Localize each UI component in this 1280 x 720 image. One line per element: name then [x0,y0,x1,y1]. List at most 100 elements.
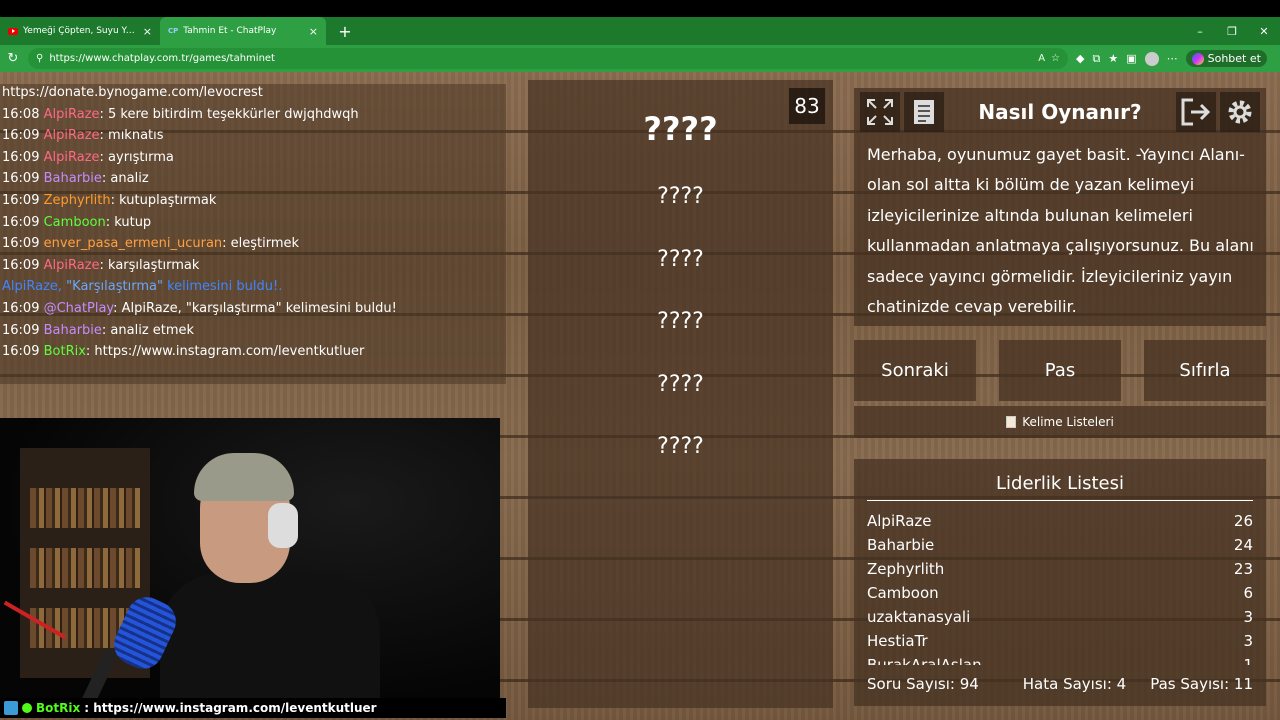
chat-username: Baharbie [43,171,102,187]
tab-chatplay[interactable]: CP Tahmin Et - ChatPlay × [160,17,326,45]
word-lists-button[interactable]: Kelime Listeleri [854,406,1266,438]
chat-message: 16:09 Zephyrlith: kutuplaştırmak [2,190,506,212]
new-tab-button[interactable]: + [334,22,356,41]
player-name: HestiaTr [867,632,928,650]
tab-youtube[interactable]: Yemeği Çöpten, Suyu Yağmurdan, × [0,17,160,45]
player-score: 3 [1243,632,1253,650]
refresh-icon[interactable]: ↻ [6,51,20,66]
platform-icon [4,701,18,715]
leaderboard-row: uzaktanasyali 3 [867,605,1253,629]
chat-time: 16:09 [2,257,40,273]
leaderboard-row: Baharbie 24 [867,533,1253,557]
chat-text: : ayrıştırma [99,149,174,165]
chat-text: https://donate.bynogame.com/levocrest [2,85,263,100]
pass-button[interactable]: Pas [999,340,1121,401]
chat-username: Baharbie [43,322,102,338]
address-bar[interactable]: ⚲ https://www.chatplay.com.tr/games/tahm… [28,48,1068,69]
site-info-icon[interactable]: ⚲ [36,53,43,64]
how-to-play-panel: Nasıl Oynanır? Merhaba, oyunumuz gayet b… [854,88,1266,326]
maximize-button[interactable]: ❐ [1216,25,1248,38]
player-score: 23 [1233,560,1253,578]
system-text: AlpiRaze, [2,279,67,295]
chat-time: 16:09 [2,128,40,144]
chat-username: AlpiRaze [43,149,100,165]
profile-avatar[interactable] [1144,51,1159,66]
player-name: uzaktanasyali [867,608,971,626]
chat-system-message: AlpiRaze, "Karşılaştırma" kelimesini bul… [2,276,506,298]
leaderboard-row: Zephyrlith 23 [867,557,1253,581]
chat-time: 16:09 [2,300,40,316]
exit-button[interactable] [1176,92,1216,132]
extension-icon[interactable]: ◆ [1076,52,1084,65]
player-score: 1 [1243,656,1253,665]
read-aloud-icon[interactable]: A [1038,53,1045,64]
gear-icon [1228,100,1252,124]
close-tab-icon[interactable]: × [143,25,152,38]
notes-button[interactable] [904,92,944,132]
fullscreen-button[interactable] [860,92,900,132]
window-controls: – ❐ ✕ [1184,25,1280,38]
leaderboard-row: BurakAralAslan 1 [867,653,1253,665]
player-score: 24 [1233,536,1253,554]
chat-message: 16:09 AlpiRaze: mıknatıs [2,125,506,147]
leaderboard-row: Camboon 6 [867,581,1253,605]
chat-message: 16:09 Baharbie: analiz etmek [2,320,506,342]
chat-message: 16:09 AlpiRaze: ayrıştırma [2,147,506,169]
collections-icon[interactable]: ▣ [1126,52,1136,65]
chat-text: : https://www.instagram.com/leventkutlue… [85,344,365,360]
leaderboard-row: HestiaTr 3 [867,629,1253,653]
screen-top-edge [0,0,1280,17]
chat-text: : analiz [101,171,149,187]
word-card: 83 ???? ???? ???? ???? ???? ???? [528,80,833,708]
exit-icon [1181,98,1211,126]
chat-time: 16:09 [2,236,40,252]
player-name: AlpiRaze [867,512,932,530]
leaderboard-panel: Liderlik Listesi AlpiRaze 26 Baharbie 24 Zep… [854,459,1266,706]
streamer-webcam [0,418,500,700]
ticker-user: BotRix [36,701,81,715]
toolbar: ◆ ⧉ ★ ▣ ⋯ Sohbet et [1076,50,1267,67]
chat-username: AlpiRaze [43,257,100,273]
reset-button[interactable]: Sıfırla [1144,340,1266,401]
chat-text: : karşılaştırmak [99,257,200,273]
next-button[interactable]: Sonraki [854,340,976,401]
player-name: BurakAralAslan [867,656,982,665]
notepad-icon [1006,416,1017,428]
chat-time: 16:09 [2,192,40,208]
taboo-word: ???? [657,309,704,334]
chat-username: AlpiRaze [43,106,100,122]
close-window-button[interactable]: ✕ [1248,25,1280,38]
copilot-icon [1191,52,1204,65]
ticker-message: : https://www.instagram.com/leventkutlue… [84,701,377,715]
close-tab-icon[interactable]: × [309,25,318,38]
chat-message: 16:09 BotRix: https://www.instagram.com/… [2,341,506,363]
chat-text: : AlpiRaze, "karşılaştırma" kelimesini b… [113,300,397,316]
more-menu-icon[interactable]: ⋯ [1167,52,1178,65]
minimize-button[interactable]: – [1184,25,1216,38]
address-bar-row: ↻ ⚲ https://www.chatplay.com.tr/games/ta… [0,45,1280,72]
leaderboard-list[interactable]: AlpiRaze 26 Baharbie 24 Zephyrlith 23 Camboon 6… [867,509,1253,665]
chat-ticker: BotRix : https://www.instagram.com/leven… [0,698,506,718]
favorite-star-icon[interactable]: ☆ [1051,53,1060,64]
taboo-word: ???? [657,184,704,209]
settings-button[interactable] [1220,92,1260,132]
tab-title: Tahmin Et - ChatPlay [183,26,277,36]
chat-message: 16:09 @ChatPlay: AlpiRaze, "karşılaştırm… [2,298,506,320]
books [30,548,140,588]
player-name: Camboon [867,584,939,602]
found-word: "Karşılaştırma" [66,279,163,295]
chat-message: 16:09 Camboon: kutup [2,212,506,234]
player-score: 6 [1243,584,1253,602]
extensions-icon[interactable]: ⧉ [1092,52,1100,66]
chat-text: : eleştirmek [222,236,300,252]
copilot-button[interactable]: Sohbet et [1185,50,1267,67]
taboo-word: ???? [657,434,704,459]
game-page: https://donate.bynogame.com/levocrest 16:… [0,72,1280,720]
favorites-icon[interactable]: ★ [1108,52,1118,65]
copilot-label: Sohbet et [1207,52,1261,65]
chatplay-icon: CP [168,27,179,35]
chat-message: 16:09 AlpiRaze: karşılaştırmak [2,255,506,277]
tab-title: Yemeği Çöpten, Suyu Yağmurdan, [23,26,138,36]
chat-username: Zephyrlith [43,192,111,208]
chat-time: 16:09 [2,344,40,360]
